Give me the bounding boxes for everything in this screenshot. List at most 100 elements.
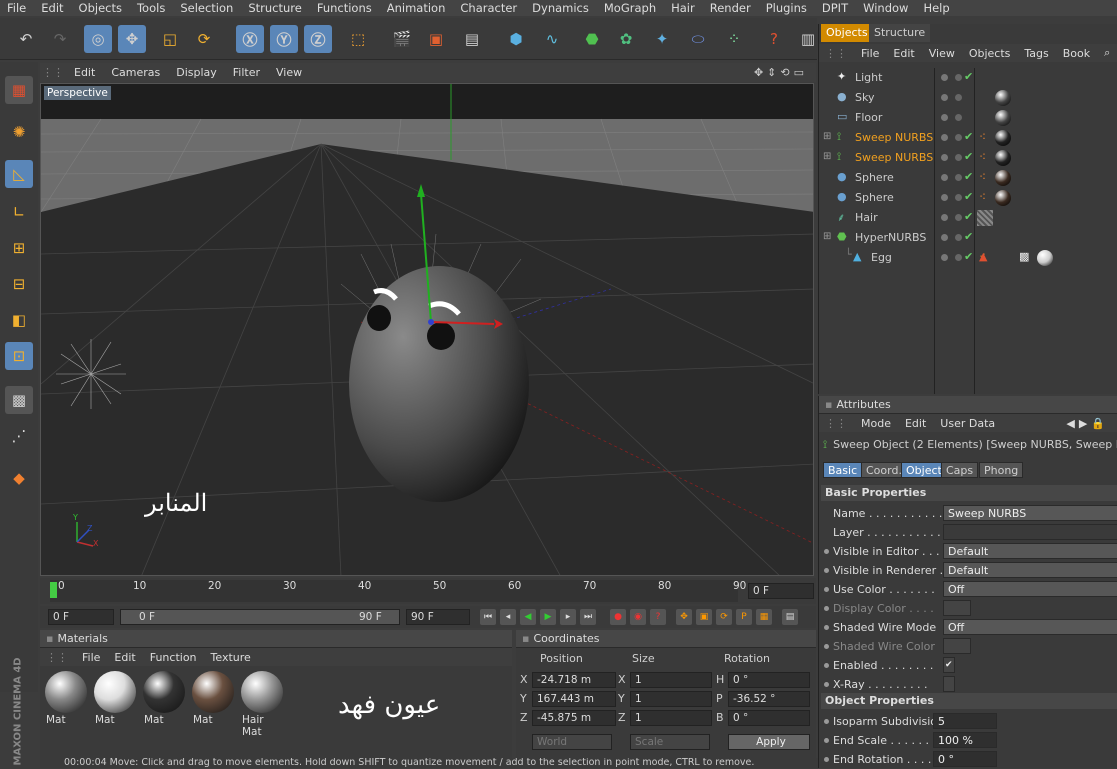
scheme-icon[interactable]: ▤ <box>782 609 798 625</box>
object-name[interactable]: HyperNURBS <box>855 231 926 244</box>
viewport-nav-icons[interactable]: ✥⇕⟲▭ <box>746 66 816 79</box>
play-backward-icon[interactable]: ◀ <box>520 609 536 625</box>
visibility-editor-dot[interactable] <box>941 234 948 241</box>
visibility-render-dot[interactable] <box>955 234 962 241</box>
menu-selection[interactable]: Selection <box>173 1 241 15</box>
materials-menu-texture[interactable]: Texture <box>205 651 259 664</box>
attr-value[interactable] <box>943 600 971 616</box>
object-row[interactable]: ● Sphere ✔ ⁖ <box>819 188 1117 208</box>
snap-icon[interactable]: ⋰ <box>5 422 33 450</box>
viewport-menu-view[interactable]: View <box>268 66 310 79</box>
texture-tag-icon[interactable]: ⁖ <box>979 170 986 184</box>
objects-menu-view[interactable]: View <box>923 47 963 60</box>
anim-dot-icon[interactable] <box>824 549 829 554</box>
attributes-menu-mode[interactable]: Mode <box>855 417 899 430</box>
expand-icon[interactable]: ⊞ <box>823 151 831 162</box>
viewport-menu-cameras[interactable]: Cameras <box>103 66 168 79</box>
enabled-check-icon[interactable]: ✔ <box>964 250 973 263</box>
size-field[interactable]: 1 <box>630 710 712 726</box>
object-name[interactable]: Sweep NURBS <box>855 151 933 164</box>
tab-caps[interactable]: Caps <box>941 462 979 478</box>
menu-dynamics[interactable]: Dynamics <box>525 1 597 15</box>
attr-value[interactable]: Default <box>943 562 1117 578</box>
viewport-menu-edit[interactable]: Edit <box>66 66 103 79</box>
timeline-playhead[interactable] <box>50 582 57 598</box>
visibility-editor-dot[interactable] <box>941 74 948 81</box>
menu-edit[interactable]: Edit <box>34 1 71 15</box>
goto-start-icon[interactable]: ⏮ <box>480 609 496 625</box>
object-row[interactable]: ● Sphere ✔ ⁖ <box>819 168 1117 188</box>
visibility-editor-dot[interactable] <box>941 194 948 201</box>
menu-objects[interactable]: Objects <box>72 1 130 15</box>
key-pla-icon[interactable]: ▦ <box>756 609 772 625</box>
object-name[interactable]: Floor <box>855 111 882 124</box>
viewport-menu-filter[interactable]: Filter <box>225 66 268 79</box>
undo-icon[interactable]: ↶ <box>12 25 40 53</box>
objects-menu-tags[interactable]: Tags <box>1018 47 1056 60</box>
menu-help[interactable]: Help <box>916 1 957 15</box>
texture-tag-icon[interactable]: ⁖ <box>979 190 986 204</box>
search-icon[interactable]: ⌕ <box>1098 46 1117 60</box>
menu-dpit[interactable]: DPIT <box>815 1 856 15</box>
visibility-render-dot[interactable] <box>955 94 962 101</box>
size-field[interactable]: 1 <box>630 672 712 688</box>
visibility-render-dot[interactable] <box>955 254 962 261</box>
material-tag-icon[interactable] <box>995 150 1011 166</box>
play-forward-icon[interactable]: ▶ <box>540 609 556 625</box>
autokey-icon[interactable]: ◉ <box>630 609 646 625</box>
viewport-menu-display[interactable]: Display <box>168 66 225 79</box>
start-frame-field[interactable]: 0 F <box>48 609 114 625</box>
enabled-check-icon[interactable]: ✔ <box>964 170 973 183</box>
texture-tag-icon[interactable]: ⁖ <box>979 130 986 144</box>
material-tag-icon[interactable] <box>995 110 1011 126</box>
texture-tag-icon[interactable]: ⁖ <box>979 150 986 164</box>
render-view-icon[interactable]: 🎬 <box>388 25 416 53</box>
material-swatch[interactable]: Mat <box>191 670 235 726</box>
anim-dot-icon[interactable] <box>824 625 829 630</box>
attr-value[interactable]: 100 % <box>933 732 997 748</box>
material-tag-icon[interactable] <box>995 190 1011 206</box>
current-frame-field[interactable]: 0 F <box>748 583 814 599</box>
visibility-render-dot[interactable] <box>955 174 962 181</box>
anim-dot-icon[interactable] <box>824 587 829 592</box>
rotation-field[interactable]: 0 ° <box>728 710 810 726</box>
materials-menu-function[interactable]: Function <box>144 651 205 664</box>
size-field[interactable]: 1 <box>630 691 712 707</box>
anim-dot-icon[interactable] <box>824 738 829 743</box>
attr-value[interactable]: Off <box>943 581 1117 597</box>
visibility-render-dot[interactable] <box>955 114 962 121</box>
attributes-menu-edit[interactable]: Edit <box>899 417 934 430</box>
anim-dot-icon[interactable] <box>824 663 829 668</box>
tab-phong[interactable]: Phong <box>979 462 1024 478</box>
object-row[interactable]: ● Sky <box>819 88 1117 108</box>
anim-dot-icon[interactable] <box>824 644 829 649</box>
key-param-icon[interactable]: P <box>736 609 752 625</box>
material-tag-icon[interactable] <box>995 130 1011 146</box>
rotation-field[interactable]: -36.52 ° <box>728 691 810 707</box>
attr-value[interactable] <box>943 676 955 692</box>
object-row[interactable]: ✦ Light ✔ <box>819 68 1117 88</box>
material-tag-icon[interactable] <box>995 90 1011 106</box>
enabled-check-icon[interactable]: ✔ <box>964 230 973 243</box>
axis-mode-icon[interactable]: ∟ <box>5 198 33 226</box>
record-icon[interactable]: ● <box>610 609 626 625</box>
anim-dot-icon[interactable] <box>824 568 829 573</box>
visibility-render-dot[interactable] <box>955 194 962 201</box>
object-name[interactable]: Sphere <box>855 191 894 204</box>
prev-frame-icon[interactable]: ◂ <box>500 609 516 625</box>
object-row[interactable]: └ ▲ Egg ✔ ⁖ ▲ ▩ <box>819 248 1117 268</box>
enabled-check-icon[interactable]: ✔ <box>964 190 973 203</box>
menu-plugins[interactable]: Plugins <box>759 1 815 15</box>
attr-value[interactable] <box>943 524 1117 540</box>
goto-end-icon[interactable]: ⏭ <box>580 609 596 625</box>
position-field[interactable]: -24.718 m <box>532 672 616 688</box>
hair-material-tag-icon[interactable] <box>977 210 993 226</box>
visibility-render-dot[interactable] <box>955 134 962 141</box>
position-field[interactable]: 167.443 m <box>532 691 616 707</box>
menu-character[interactable]: Character <box>453 1 525 15</box>
eye-right[interactable] <box>427 322 455 350</box>
attr-value[interactable]: Default <box>943 543 1117 559</box>
anim-dot-icon[interactable] <box>824 682 829 687</box>
texture-mode-icon[interactable]: ⊡ <box>5 342 33 370</box>
anim-dot-icon[interactable] <box>824 719 829 724</box>
